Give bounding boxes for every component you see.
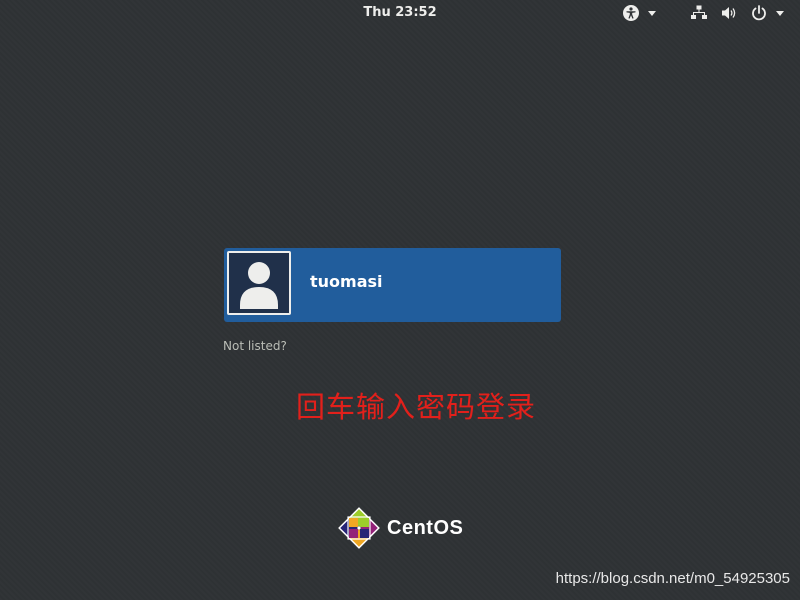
accessibility-icon — [622, 4, 640, 22]
volume-icon — [720, 4, 738, 22]
chevron-down-icon — [776, 10, 784, 16]
user-list-item[interactable]: tuomasi — [224, 248, 561, 322]
centos-logo-icon — [337, 506, 381, 550]
accessibility-menu[interactable] — [622, 3, 656, 23]
power-icon — [750, 4, 768, 22]
clock[interactable]: Thu 23:52 — [0, 5, 800, 20]
centos-logo: CentOS — [337, 506, 463, 550]
login-screen: Thu 23:52 tuomasi Not listed? 回车输入密码登录 C… — [0, 0, 800, 600]
system-menu[interactable] — [690, 3, 784, 23]
centos-logo-text: CentOS — [387, 516, 464, 539]
chevron-down-icon — [648, 10, 656, 16]
top-bar: Thu 23:52 — [0, 0, 800, 27]
instruction-annotation: 回车输入密码登录 — [296, 390, 537, 424]
username-label: tuomasi — [310, 272, 383, 291]
not-listed-link[interactable]: Not listed? — [223, 339, 287, 353]
user-avatar-icon — [227, 251, 291, 315]
watermark-url: https://blog.csdn.net/m0_54925305 — [555, 570, 790, 587]
network-wired-icon — [690, 4, 708, 22]
